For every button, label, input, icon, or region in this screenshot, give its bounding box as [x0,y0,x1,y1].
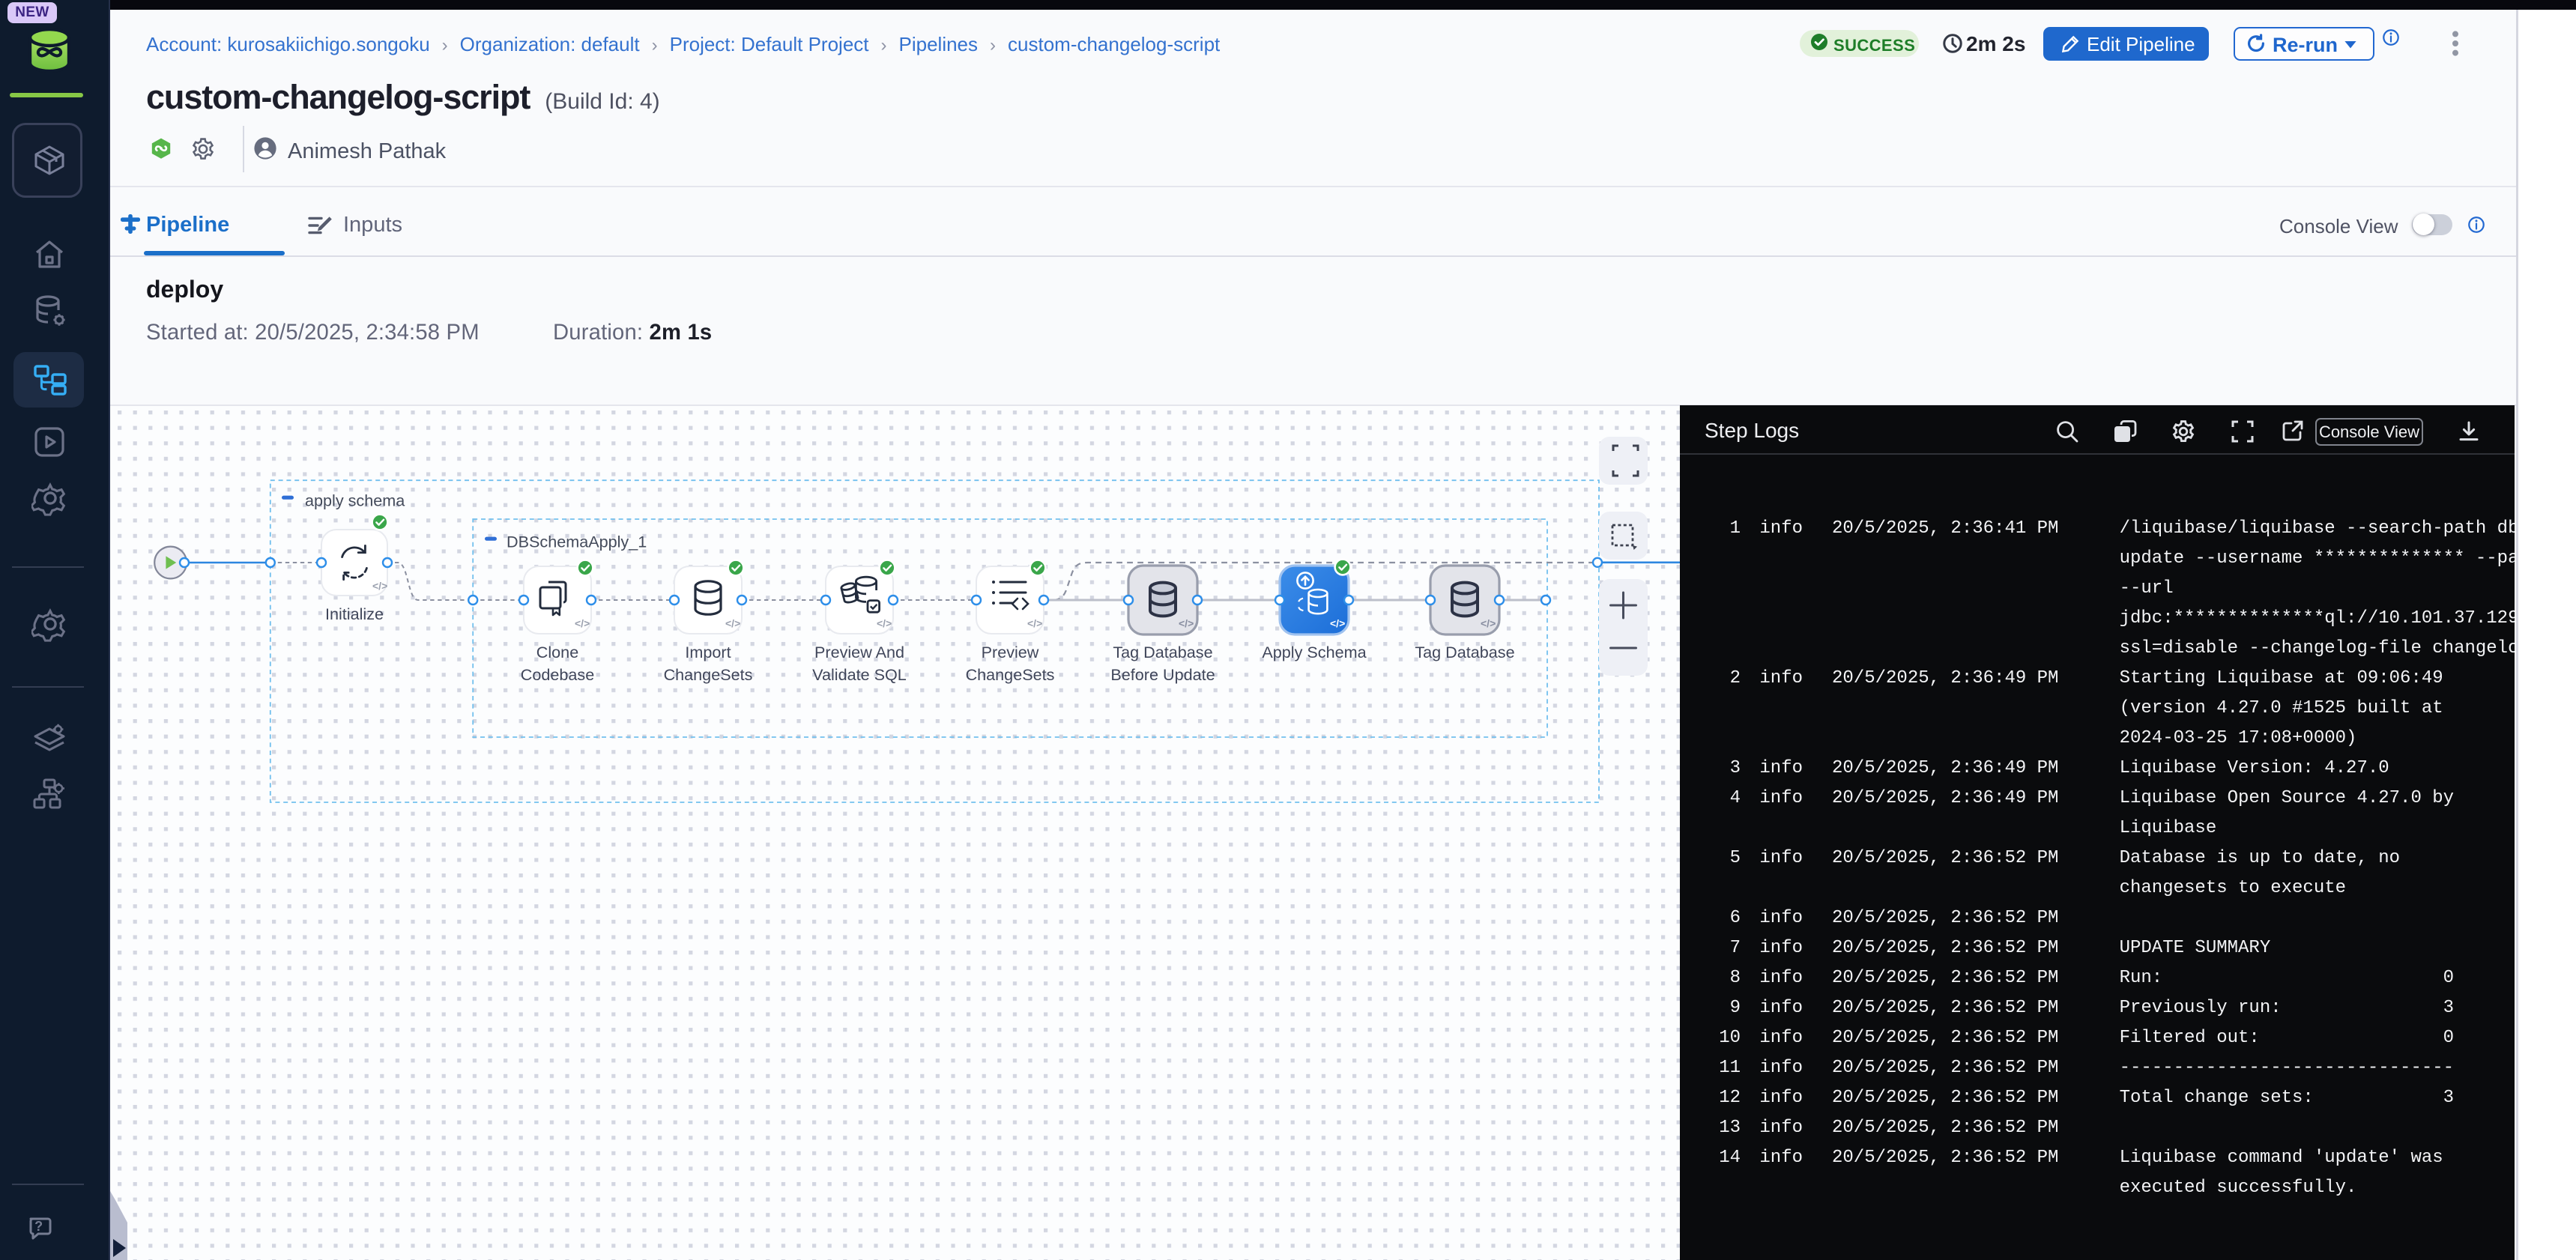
svg-text:Apply Schema: Apply Schema [1262,643,1367,661]
svg-text:Initialize: Initialize [325,605,384,623]
svg-text:</>: </> [1481,617,1496,629]
svg-text:DBSchemaApply_1: DBSchemaApply_1 [507,533,647,551]
svg-text:apply schema: apply schema [305,491,405,510]
svg-text:</>: </> [1330,617,1345,629]
svg-text:ChangeSets: ChangeSets [966,665,1055,684]
svg-text:Tag Database: Tag Database [1113,643,1212,661]
svg-text:ChangeSets: ChangeSets [664,665,753,684]
svg-text:Tag Database: Tag Database [1415,643,1514,661]
svg-text:</>: </> [1179,617,1194,629]
svg-text:</>: </> [575,617,590,629]
svg-text:</>: </> [877,617,892,629]
svg-text:</>: </> [725,617,740,629]
svg-text:Preview: Preview [982,643,1039,661]
svg-text:Import: Import [685,643,731,661]
svg-text:</>: </> [372,580,387,592]
svg-text:Clone: Clone [536,643,578,661]
svg-text:</>: </> [1027,617,1042,629]
svg-text:Before Update: Before Update [1110,665,1215,684]
svg-text:?: ? [34,1219,43,1234]
svg-text:Preview And: Preview And [814,643,904,661]
svg-text:Codebase: Codebase [521,665,594,684]
svg-text:Validate SQL: Validate SQL [812,665,907,684]
